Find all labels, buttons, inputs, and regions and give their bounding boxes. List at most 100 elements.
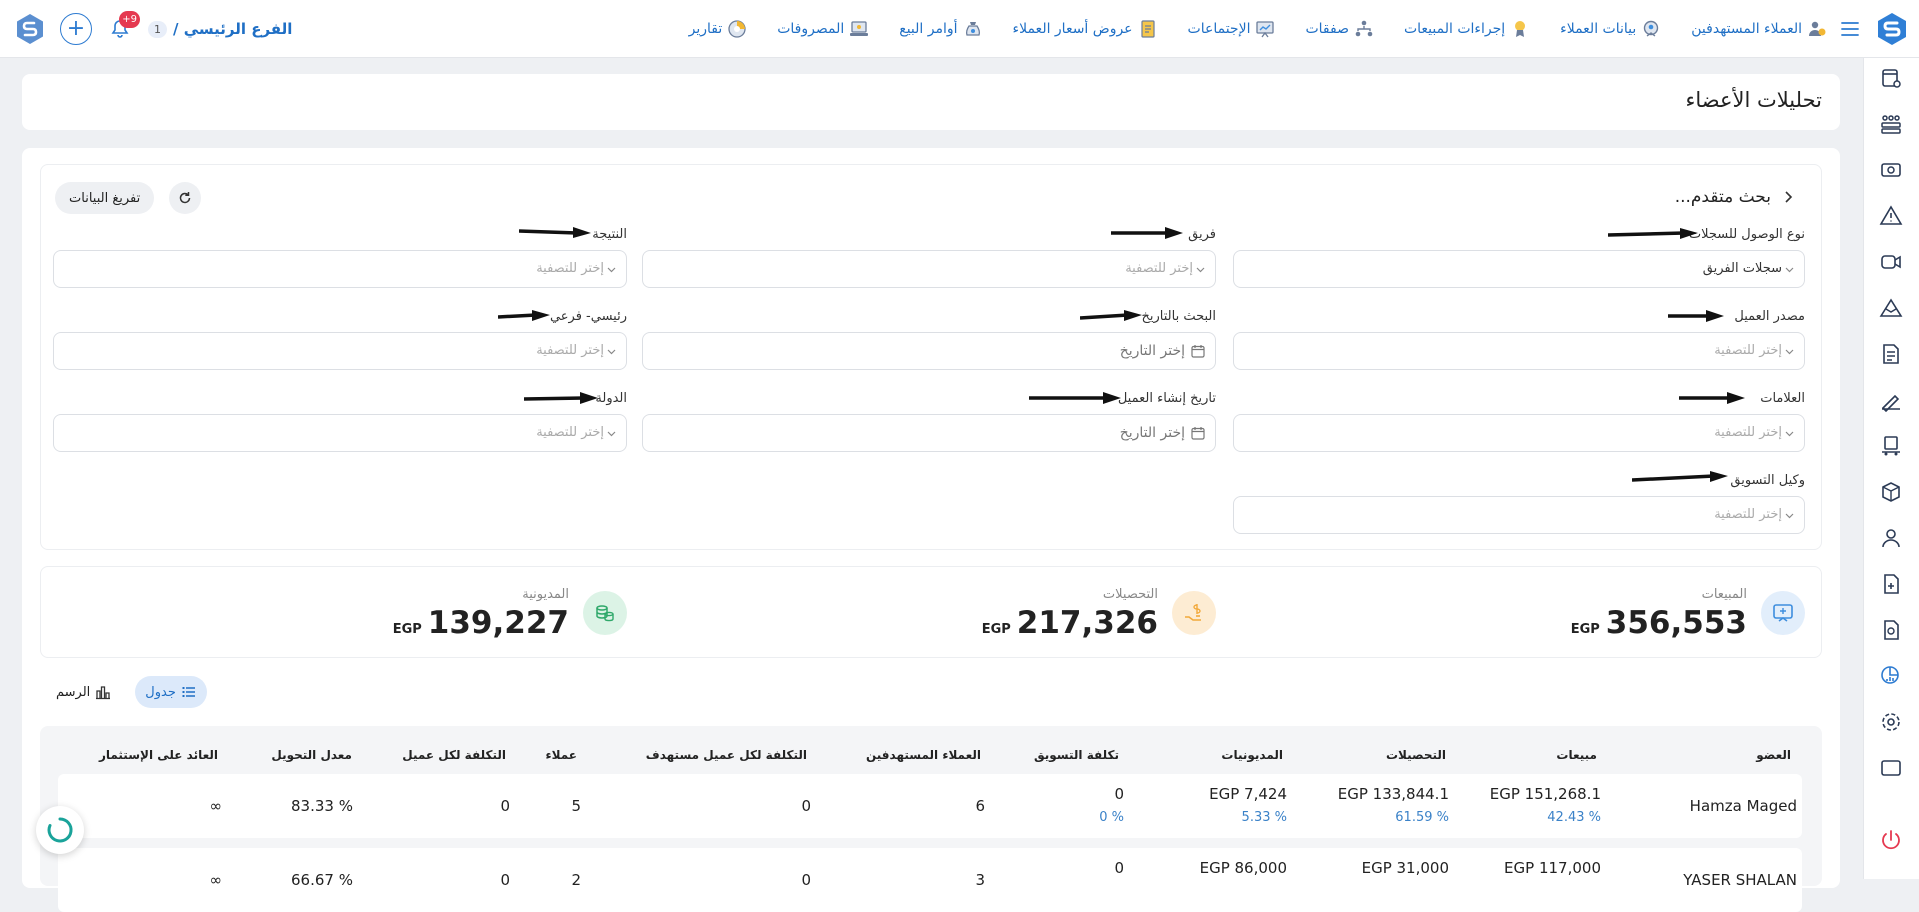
col-targeted: العملاء المستهدفين [865, 748, 981, 762]
add-button[interactable]: + [60, 13, 92, 45]
country-select[interactable]: إختر للتصفية [53, 414, 627, 452]
nav-target-customers[interactable]: العملاء المستهدفين [1691, 19, 1827, 39]
advanced-search-toggle[interactable]: بحث متقدم... [1675, 187, 1795, 207]
page-title: تحليلات الأعضاء [1685, 88, 1823, 112]
sidebar-invoice-icon[interactable] [1879, 342, 1903, 366]
col-cost-per-target: التكلفة لكل عميل مستهدف [645, 748, 807, 762]
cell-marketing-pct: % 0 [1099, 810, 1124, 825]
tags-placeholder: إختر للتصفية [1714, 425, 1782, 440]
result-select[interactable]: إختر للتصفية [53, 250, 627, 288]
result-label: النتيجة [592, 227, 627, 242]
chart-view-tab[interactable]: الرسم [46, 676, 121, 708]
floating-loader-button[interactable] [36, 806, 84, 854]
chevron-down-icon [607, 431, 616, 437]
tags-select[interactable]: إختر للتصفية [1233, 414, 1805, 452]
stat-debts: المديونية EGP 139,227 [387, 567, 627, 659]
stat-sales: المبيعات EGP 356,553 [1565, 567, 1805, 659]
team-select[interactable]: إختر للتصفية [642, 250, 1216, 288]
nav-expenses[interactable]: المصروفات [777, 19, 869, 39]
annotation-arrow [1679, 392, 1745, 404]
collections-value: EGP 217,326 [982, 605, 1158, 641]
app-logo-icon[interactable] [1875, 12, 1909, 46]
access-type-select[interactable]: سجلات الفريق [1233, 250, 1805, 288]
cell-customers: 2 [571, 871, 581, 889]
branch-selector[interactable]: الفرع الرئيسي / 1 [148, 20, 292, 38]
created-date-label: تاريخ إنشاء العميل [1117, 391, 1216, 406]
cell-member: Hamza Maged [1689, 797, 1797, 815]
chevron-down-icon [1785, 513, 1794, 519]
sidebar-analytics-icon[interactable] [1879, 664, 1903, 688]
created-date-input[interactable]: إختر التاريخ [642, 414, 1216, 452]
team-placeholder: إختر للتصفية [1125, 261, 1193, 276]
chevron-down-icon [607, 267, 616, 273]
nav-deals[interactable]: صفقات [1305, 19, 1374, 39]
target-customers-icon [1809, 21, 1826, 36]
collections-currency: EGP [981, 622, 1011, 637]
cell-marketing-cost: 0 [1114, 785, 1124, 803]
sidebar-settings-doc-icon[interactable] [1879, 66, 1903, 90]
sidebar-delivery-icon[interactable] [1879, 434, 1903, 458]
customer-source-select[interactable]: إختر للتصفية [1233, 332, 1805, 370]
cell-collections: EGP 31,000 [1361, 859, 1449, 877]
col-member: العضو [1756, 748, 1791, 762]
sidebar-settings-icon[interactable] [1879, 710, 1903, 734]
sidebar-power-icon[interactable] [1879, 828, 1903, 852]
sidebar-products-icon[interactable] [1879, 480, 1903, 504]
nav-label: المصروفات [777, 21, 845, 37]
cell-sales-pct: % 42.43 [1547, 810, 1601, 825]
table-view-tab[interactable]: جدول [135, 676, 207, 708]
nav-customer-data[interactable]: بيانات العملاء [1560, 19, 1661, 39]
marketing-agent-select[interactable]: إختر للتصفية [1233, 496, 1805, 534]
sidebar-sign-icon[interactable] [1879, 388, 1903, 412]
nav-sales-orders[interactable]: أوامر البيع [899, 19, 982, 39]
sidebar-team-icon[interactable] [1879, 112, 1903, 136]
sidebar-contact-icon[interactable] [1879, 526, 1903, 550]
customer-source-label: مصدر العميل [1734, 309, 1805, 324]
branch-name: الفرع الرئيسي / [173, 20, 293, 38]
menu-icon[interactable] [1839, 18, 1861, 40]
user-avatar-icon[interactable] [14, 13, 46, 45]
marketing-agent-label: وكيل التسويق [1730, 473, 1805, 488]
main-sub-select[interactable]: إختر للتصفية [53, 332, 627, 370]
sales-actions-icon [1515, 21, 1526, 37]
nav-meetings[interactable]: الإجتماعات [1188, 19, 1276, 39]
advanced-search-panel: بحث متقدم... تفريغ البيانات نوع الوصول ل… [40, 164, 1822, 550]
collections-amount: 217,326 [1016, 605, 1158, 641]
sidebar-document-search-icon[interactable] [1879, 618, 1903, 642]
col-customers: عملاء [545, 748, 578, 762]
chevron-icon [1785, 191, 1793, 203]
sidebar-terrain-icon[interactable] [1879, 296, 1903, 320]
main-nav: العملاء المستهدفين بيانات العملاء إجراءا… [689, 0, 1827, 58]
calendar-icon [1191, 345, 1205, 358]
main-sub-label: رئيسي- فرعي [549, 309, 627, 324]
cell-targeted: 3 [975, 871, 985, 889]
annotation-arrow [1080, 310, 1142, 321]
country-label: الدولة [595, 391, 627, 406]
sales-label: المبيعات [1701, 587, 1747, 602]
chevron-down-icon [607, 349, 616, 355]
debts-amount: 139,227 [427, 605, 569, 641]
annotation-arrow [524, 392, 598, 404]
notifications-button[interactable]: +9 [106, 11, 140, 43]
annotation-arrow [1632, 471, 1728, 482]
sidebar-video-icon[interactable] [1879, 250, 1903, 274]
plus-icon: + [66, 16, 86, 41]
nav-reports[interactable]: تقارير [689, 19, 748, 39]
cell-cost-per-customer: 0 [500, 871, 510, 889]
sidebar-money-icon[interactable] [1879, 158, 1903, 182]
clear-data-button[interactable]: تفريغ البيانات [55, 182, 155, 214]
sidebar-window-icon[interactable] [1879, 756, 1903, 780]
date-search-input[interactable]: إختر التاريخ [642, 332, 1216, 370]
col-roi: العائد على الإستثمار [98, 748, 218, 762]
nav-quotations[interactable]: عروض أسعار العملاء [1013, 19, 1158, 39]
sidebar-warning-icon[interactable] [1879, 204, 1903, 228]
cell-marketing-cost: 0 [1114, 859, 1124, 877]
sidebar-add-doc-icon[interactable] [1879, 572, 1903, 596]
cell-debts-pct: % 5.33 [1241, 810, 1287, 825]
main-sub-placeholder: إختر للتصفية [536, 343, 604, 358]
country-placeholder: إختر للتصفية [536, 425, 604, 440]
nav-sales-actions[interactable]: إجراءات المبيعات [1404, 19, 1530, 39]
annotation-arrow [1608, 228, 1698, 239]
calendar-icon [1191, 427, 1205, 440]
refresh-button[interactable] [169, 182, 201, 214]
